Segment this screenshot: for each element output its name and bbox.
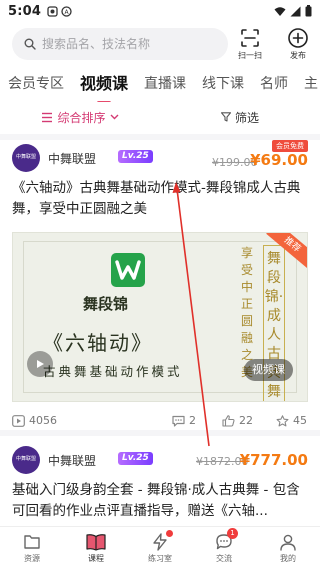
comments-stat[interactable]: 2 [172,414,196,427]
star-icon [276,414,289,426]
favorites-count: 45 [293,414,307,427]
status-time: 5:04 [8,3,42,19]
tab-more[interactable]: 主 [296,72,320,102]
nav-practice-room[interactable]: 练习室 [128,527,192,568]
nav-practice-room-label: 练习室 [148,554,172,563]
signal-icon [290,6,301,16]
video-play-icon [12,414,25,427]
course-book-icon [86,534,106,551]
card-divider [0,430,320,436]
level-badge: Lv.25 [118,452,153,465]
avatar[interactable]: 中舞联盟 [12,144,40,172]
thumbnail-course-name: 《六轴动》 [43,331,153,355]
scan-button[interactable]: 扫一扫 [232,26,268,61]
lightning-icon [153,533,167,551]
play-button[interactable] [27,351,53,377]
search-header: 扫一扫 发布 [0,24,320,66]
logo-w-icon [115,260,141,280]
nav-resource-label: 资源 [24,554,40,563]
comment-icon [172,415,185,427]
nav-course[interactable]: 课程 [64,527,128,568]
course-card[interactable]: 中舞联盟 中舞联盟 Lv.25 会员免费 ¥199.00 ¥69.00 《六轴动… [0,140,320,430]
tab-video-course[interactable]: 视频课 [72,72,136,102]
screen-label: 筛选 [234,110,259,125]
nav-profile[interactable]: 我的 [256,527,320,568]
tab-famous-teacher[interactable]: 名师 [252,72,296,102]
thumbnail-subtitle: 古典舞基础动作模式 [43,364,183,379]
status-bar: 5:04 A [0,0,320,22]
a11y-icon: A [61,5,72,17]
nav-resource[interactable]: 资源 [0,527,64,568]
sort-label: 综合排序 [57,110,106,125]
play-icon [37,360,44,368]
level-badge: Lv.25 [118,150,153,163]
wifi-icon [274,6,286,16]
video-course-tag: 视频课 [244,359,293,381]
nav-profile-label: 我的 [280,554,296,563]
card-stats: 4056 2 22 45 [0,412,320,432]
filter-funnel-icon [220,112,231,122]
tab-member-zone[interactable]: 会员专区 [0,72,72,102]
course-title[interactable]: 《六轴动》古典舞基础动作模式-舞段锦成人古典舞，享受中正圆融之美 [12,178,308,220]
bottom-nav: 资源 课程 练习室 1 交流 我的 [0,526,320,568]
category-tabs: 会员专区 视频课 直播课 线下课 名师 主 [0,72,320,102]
course-card[interactable]: 中舞联盟 中舞联盟 Lv.25 ¥1872.00 ¥777.00 基础入门级身韵… [0,442,320,526]
notification-icon [47,5,58,17]
filter-bar: 综合排序 筛选 [0,104,320,130]
favorites-stat[interactable]: 45 [276,414,307,427]
battery-icon [305,5,312,17]
org-name[interactable]: 中舞联盟 [48,150,96,167]
notification-dot [166,530,173,537]
course-thumbnail[interactable]: 舞段锦 《六轴动》 古典舞基础动作模式 享受中正圆融之美 舞段锦·成人古典舞 推… [12,232,308,402]
avatar[interactable]: 中舞联盟 [12,446,40,474]
sort-list-icon [42,112,53,122]
screen-button[interactable]: 筛选 [160,104,320,130]
card-header: 中舞联盟 中舞联盟 Lv.25 会员免费 ¥199.00 ¥69.00 [0,140,320,172]
search-input[interactable] [42,37,212,51]
course-title[interactable]: 基础入门级身韵全套 - 舞段锦·成人古典舞 - 包含可回看的作业点评直播指导，赠… [12,480,308,522]
status-notification-icons: A [47,5,72,17]
plus-circle-icon [288,28,308,48]
sort-dropdown[interactable]: 综合排序 [0,104,160,130]
chevron-down-icon [110,114,118,120]
thumbnail-brand: 舞段锦 [83,295,129,313]
status-right-icons [274,5,312,17]
current-price: ¥777.00 [239,451,308,469]
search-bar[interactable] [12,28,228,60]
plays-stat: 4056 [12,414,57,427]
unread-badge: 1 [227,528,238,539]
nav-chat-label: 交流 [216,554,232,563]
tab-offline-course[interactable]: 线下课 [194,72,252,102]
thumb-up-icon [222,414,235,427]
org-name[interactable]: 中舞联盟 [48,452,96,469]
scan-label: 扫一扫 [238,51,262,60]
resource-icon [24,535,40,549]
publish-label: 发布 [290,51,306,60]
nav-course-label: 课程 [88,554,104,563]
comments-count: 2 [189,414,196,427]
plays-count: 4056 [29,414,57,427]
nav-chat[interactable]: 1 交流 [192,527,256,568]
publish-button[interactable]: 发布 [280,26,316,61]
current-price: ¥69.00 [250,151,308,169]
card-header: 中舞联盟 中舞联盟 Lv.25 ¥1872.00 ¥777.00 [0,442,320,474]
search-icon [24,38,36,50]
likes-count: 22 [239,414,253,427]
user-icon [280,534,296,551]
tab-live-course[interactable]: 直播课 [136,72,194,102]
likes-stat[interactable]: 22 [222,414,253,427]
brand-logo [111,253,145,287]
scan-icon [241,29,259,47]
